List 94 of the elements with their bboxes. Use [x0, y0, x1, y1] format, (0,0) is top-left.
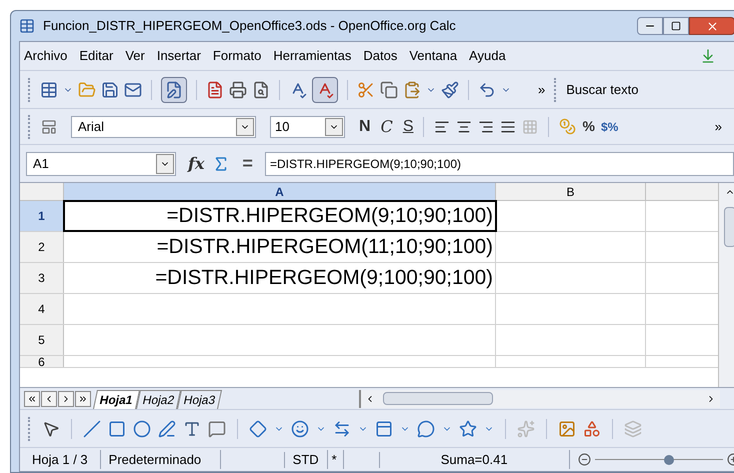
zoom-slider[interactable]	[594, 454, 723, 466]
copy-icon[interactable]	[380, 80, 398, 98]
scissors-icon[interactable]	[357, 80, 375, 98]
sheet-nav-button[interactable]	[24, 390, 40, 406]
close-icon	[706, 20, 718, 32]
printer-icon[interactable]	[229, 80, 247, 98]
star-icon[interactable]	[459, 420, 477, 438]
column-header[interactable]: A	[64, 183, 496, 200]
paintbrush-icon[interactable]	[441, 80, 459, 98]
diamond-icon[interactable]	[249, 420, 267, 438]
menu-item[interactable]: Formato	[212, 46, 262, 66]
undo-icon[interactable]	[478, 80, 496, 98]
menu-item[interactable]: Editar	[79, 46, 114, 66]
page-style: Predeterminado	[100, 450, 221, 470]
font-name-field[interactable]: Arial	[71, 116, 256, 138]
speech-bubble-icon[interactable]	[417, 420, 435, 438]
row-header[interactable]: 3	[20, 263, 64, 293]
menu-item[interactable]: Ayuda	[469, 46, 506, 66]
formula-input[interactable]: =DISTR.HIPERGEOM(9;10;90;100)	[264, 152, 734, 176]
row-header[interactable]: 6	[20, 356, 64, 367]
freeform-icon[interactable]	[158, 420, 176, 438]
ellipse-icon[interactable]	[133, 420, 151, 438]
clipboard-icon[interactable]	[403, 80, 421, 98]
sheet-tab[interactable]: Hoja1	[92, 390, 140, 409]
envelope-icon[interactable]	[124, 80, 142, 98]
sheet-tab[interactable]: Hoja2	[136, 390, 182, 409]
spreadsheet-icon	[19, 18, 35, 34]
cell-reference-field[interactable]: A1	[26, 152, 176, 176]
callout-icon[interactable]	[208, 420, 226, 438]
row-header[interactable]: 1	[20, 201, 64, 231]
justify-icon[interactable]	[500, 118, 516, 134]
scrollbar-thumb[interactable]	[724, 207, 734, 247]
menu-item[interactable]: Ver	[125, 46, 145, 66]
sheet-nav-button[interactable]	[41, 390, 57, 406]
window-title: Funcion_DISTR_HIPERGEOM_OpenOffice3.ods - OpenOffice.org Calc	[43, 17, 456, 36]
smiley-icon[interactable]	[291, 420, 309, 438]
rectangle-icon[interactable]	[108, 420, 126, 438]
maximize-icon	[671, 21, 681, 31]
underline-button[interactable]: S	[402, 114, 414, 138]
vertical-scrollbar[interactable]	[718, 183, 734, 387]
bold-button[interactable]: N	[359, 114, 371, 138]
table-cell-text: =DISTR.HIPERGEOM(9;100;90;100)	[155, 264, 493, 291]
maximize-button[interactable]	[663, 17, 689, 35]
modified-indicator: *	[328, 450, 344, 470]
row-header[interactable]: 5	[20, 325, 64, 355]
italic-button[interactable]: C	[380, 114, 393, 138]
arrows-icon[interactable]	[333, 420, 351, 438]
shapes-icon[interactable]	[583, 420, 601, 438]
sheet-nav-button[interactable]	[75, 390, 91, 406]
sum-readout: Suma=0.41	[380, 450, 570, 470]
sheet-tab[interactable]: Hoja3	[177, 390, 222, 409]
auto-spellcheck-toggle[interactable]	[312, 76, 338, 102]
scrollbar-thumb[interactable]	[383, 392, 493, 405]
zoom-thumb[interactable]	[664, 454, 674, 464]
overflow-button[interactable]: »	[714, 116, 722, 136]
overflow-button[interactable]: »	[538, 80, 546, 100]
currency-format-button[interactable]: $%	[600, 118, 618, 136]
close-button[interactable]	[689, 17, 734, 35]
align-right-icon[interactable]	[478, 118, 494, 134]
horizontal-scrollbar[interactable]	[359, 390, 720, 408]
find-field[interactable]: Buscar texto	[566, 80, 638, 100]
column-header[interactable]: B	[496, 183, 646, 200]
sheet-indicator: Hoja 1 / 3	[20, 450, 101, 470]
align-center-icon[interactable]	[456, 118, 472, 134]
align-left-icon[interactable]	[434, 118, 450, 134]
menu-item[interactable]: Insertar	[156, 46, 201, 66]
edit-file-toggle[interactable]	[161, 76, 187, 102]
pointer-icon[interactable]	[42, 420, 60, 438]
table-cell-text: =DISTR.HIPERGEOM(9;10;90;100)	[166, 202, 493, 229]
menu-item[interactable]: Archivo	[24, 46, 68, 66]
menu-item[interactable]: Ventana	[409, 46, 458, 66]
pdf-icon[interactable]	[206, 80, 224, 98]
zoom-out-icon[interactable]	[578, 453, 591, 466]
save-icon[interactable]	[101, 80, 119, 98]
menu-item[interactable]: Datos	[363, 46, 398, 66]
line-icon[interactable]	[83, 420, 101, 438]
text-icon[interactable]	[183, 420, 201, 438]
preview-icon[interactable]	[252, 80, 270, 98]
function-wizard-button[interactable]: fx	[188, 152, 204, 176]
table-cell-text: =DISTR.HIPERGEOM(11;10;90;100)	[156, 234, 493, 260]
spreadsheet-icon[interactable]	[40, 80, 58, 98]
edit-file-icon	[165, 80, 183, 98]
equals-button[interactable]: =	[238, 150, 257, 177]
merge-cells-icon[interactable]	[522, 118, 538, 134]
sheet-nav-button[interactable]	[58, 390, 74, 406]
row-header[interactable]: 4	[20, 294, 64, 324]
download-icon[interactable]	[700, 48, 716, 64]
percent-button[interactable]: %	[582, 116, 595, 137]
row-header[interactable]: 2	[20, 232, 64, 262]
arrow-icon	[27, 394, 37, 404]
arrow-icon	[78, 394, 88, 404]
menu-item[interactable]: Herramientas	[273, 46, 352, 66]
selection-mode: STD	[284, 450, 328, 470]
font-size-field[interactable]: 10	[270, 116, 345, 138]
